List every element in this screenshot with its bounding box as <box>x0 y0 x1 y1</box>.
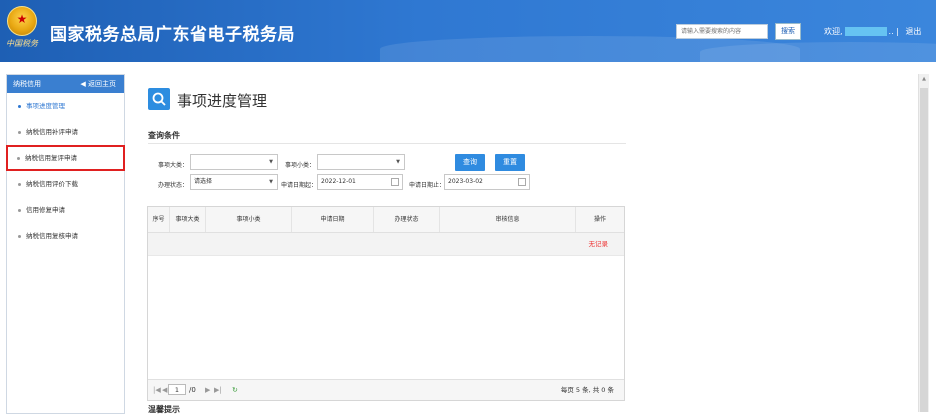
category-label: 事项大类： <box>158 162 189 169</box>
calendar-icon[interactable] <box>391 178 399 186</box>
first-page-icon[interactable]: |◀ <box>153 380 161 400</box>
emblem-icon: ★ <box>7 6 37 36</box>
sidebar-item-rating-download[interactable]: 纳税信用评价下载 <box>7 171 124 197</box>
header-decor-hill <box>700 42 936 62</box>
date-to-value: 2023-03-02 <box>448 178 483 185</box>
dropdown-arrow-icon: ▼ <box>396 159 400 165</box>
welcome-text: 欢迎, <box>824 27 843 36</box>
welcome-tail: .. <box>888 27 894 36</box>
dropdown-arrow-icon: ▼ <box>269 159 273 165</box>
home-link-label: 返回主页 <box>88 80 116 88</box>
pagination-info: 每页 5 条, 共 0 条 <box>560 386 614 394</box>
divider <box>148 143 626 144</box>
query-section-title: 查询条件 <box>148 131 180 140</box>
tax-emblem-logo: ★ 中国税务 <box>4 6 40 54</box>
welcome-area: 欢迎,.. | 退出 <box>824 26 921 37</box>
sidebar-item-label: 事项进度管理 <box>26 102 65 110</box>
search-icon <box>148 88 170 110</box>
sidebar-header: 纳税信用 ◀ 返回主页 <box>7 75 124 93</box>
bullet-icon <box>18 104 21 108</box>
page-number-input[interactable]: 1 <box>168 384 186 395</box>
logout-link[interactable]: 退出 <box>905 27 921 36</box>
query-button[interactable]: 查询 <box>455 154 485 171</box>
dropdown-arrow-icon: ▼ <box>269 179 273 185</box>
column-header: 办理状态 <box>374 207 440 232</box>
calendar-icon[interactable] <box>518 178 526 186</box>
pagination-bar: |◀ ◀ 1 /0 ▶ ▶| ↻ 每页 5 条, 共 0 条 <box>148 379 624 400</box>
date-to-input[interactable]: 2023-03-02 <box>444 174 530 190</box>
date-from-label: 申请日期起： <box>281 182 318 189</box>
vertical-scrollbar[interactable]: ▲ <box>918 74 929 412</box>
sidebar-item-credit-repair[interactable]: 信用修复申请 <box>7 197 124 223</box>
bullet-icon <box>17 156 20 160</box>
status-select[interactable]: 请选择 ▼ <box>190 174 278 190</box>
column-header: 审核信息 <box>440 207 576 232</box>
seal-text: 中国税务 <box>6 39 38 48</box>
page-title: 事项进度管理 <box>177 92 268 110</box>
bullet-icon <box>18 182 21 186</box>
table-header: 序号 事项大类 事项小类 申请日期 办理状态 审核信息 操作 <box>148 207 624 233</box>
prev-page-icon[interactable]: ◀ <box>162 380 167 400</box>
search-button[interactable]: 搜索 <box>775 23 801 40</box>
no-records-text: 无记录 <box>588 240 609 248</box>
date-from-input[interactable]: 2022-12-01 <box>317 174 403 190</box>
column-header: 序号 <box>148 207 170 232</box>
subcategory-label: 事项小类： <box>285 162 316 169</box>
sidebar-item-supplementary-rating[interactable]: 纳税信用补评申请 <box>7 119 124 145</box>
next-page-icon[interactable]: ▶ <box>205 380 210 400</box>
column-header: 事项大类 <box>170 207 206 232</box>
bullet-icon <box>18 130 21 134</box>
date-from-value: 2022-12-01 <box>321 178 356 185</box>
sidebar-item-label: 纳税信用补评申请 <box>26 128 78 136</box>
masked-username <box>844 27 887 36</box>
sidebar-item-label: 纳税信用复评申请 <box>25 154 77 162</box>
scroll-up-icon[interactable]: ▲ <box>919 76 929 82</box>
sidebar-title: 纳税信用 <box>13 80 41 88</box>
sidebar-item-progress[interactable]: 事项进度管理 <box>7 93 124 119</box>
main-content: 事项进度管理 查询条件 事项大类： ▼ 事项小类： ▼ 查询 重置 办理状态： … <box>131 74 917 414</box>
page-total: /0 <box>189 386 196 394</box>
site-title: 国家税务总局广东省电子税务局 <box>50 25 295 45</box>
sidebar-item-review[interactable]: 纳税信用复核申请 <box>7 223 124 249</box>
header-separator: | <box>896 27 899 36</box>
reset-button[interactable]: 重置 <box>495 154 525 171</box>
subcategory-select[interactable]: ▼ <box>317 154 405 170</box>
date-to-label: 申请日期止： <box>409 182 446 189</box>
bullet-icon <box>18 234 21 238</box>
back-arrow-icon: ◀ <box>80 80 88 88</box>
bullet-icon <box>18 208 21 212</box>
column-header: 操作 <box>593 216 606 223</box>
last-page-icon[interactable]: ▶| <box>214 380 222 400</box>
search-input[interactable] <box>676 24 768 39</box>
sidebar-item-label: 纳税信用评价下载 <box>26 180 78 188</box>
home-link[interactable]: ◀ 返回主页 <box>80 75 116 93</box>
sidebar-item-label: 纳税信用复核申请 <box>26 232 78 240</box>
column-header: 事项小类 <box>206 207 292 232</box>
results-table: 序号 事项大类 事项小类 申请日期 办理状态 审核信息 操作 无记录 |◀ ◀ … <box>147 206 625 401</box>
scrollbar-thumb[interactable] <box>920 88 928 412</box>
status-value: 请选择 <box>194 178 213 185</box>
category-select[interactable]: ▼ <box>190 154 278 170</box>
sidebar-item-re-rating[interactable]: 纳税信用复评申请 <box>6 145 125 171</box>
column-header: 申请日期 <box>292 207 374 232</box>
sidebar: 纳税信用 ◀ 返回主页 事项进度管理 纳税信用补评申请 纳税信用复评申请 纳税信… <box>6 74 125 414</box>
refresh-icon[interactable]: ↻ <box>232 380 238 400</box>
empty-row: 无记录 <box>148 233 624 256</box>
status-label: 办理状态： <box>158 182 189 189</box>
tips-title: 温馨提示 <box>148 405 180 414</box>
sidebar-item-label: 信用修复申请 <box>26 206 65 214</box>
top-header: ★ 中国税务 国家税务总局广东省电子税务局 搜索 欢迎,.. | 退出 <box>0 0 936 62</box>
